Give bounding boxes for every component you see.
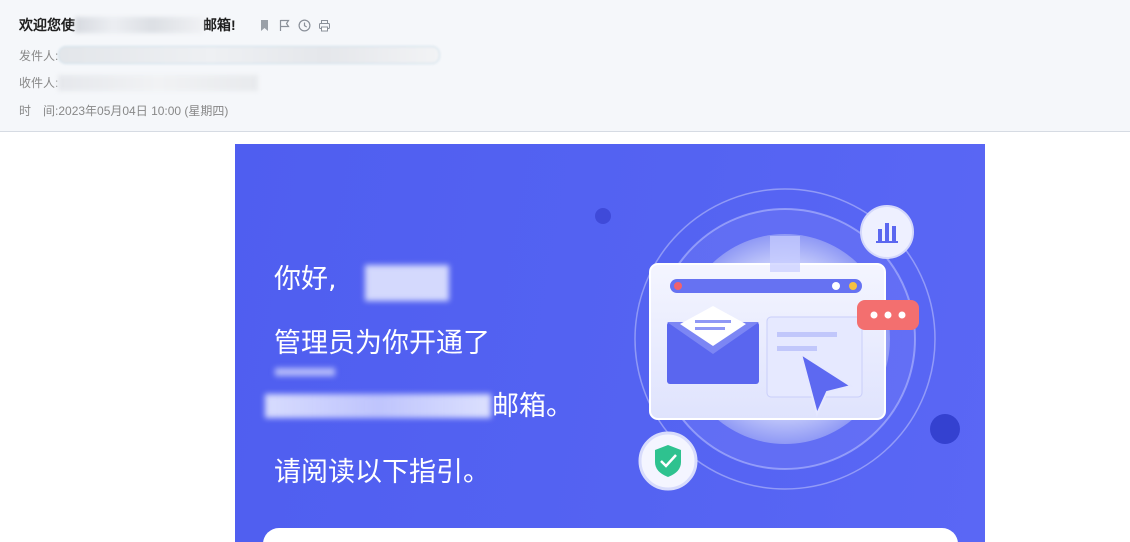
greeting-text: 你好, [274,264,337,295]
header-actions [258,18,331,32]
sender-row: 发件人: [19,46,441,64]
recipient-label: 收件人: [19,76,59,90]
time-label: 时 间: [19,104,59,118]
redacted-mark [770,236,800,272]
sphere-small [595,208,611,224]
mail-header: 欢迎您使 邮箱! 发件人: 收件人: 时 间:2023年05月04日 10:00 … [0,0,1130,132]
subject-suffix: 邮箱! [203,17,236,33]
print-icon[interactable] [318,19,331,32]
mail-subject: 欢迎您使 邮箱! [19,15,236,35]
redacted-name [365,265,449,301]
sender-label: 发件人: [19,49,59,63]
redacted-sender[interactable] [58,46,441,64]
redacted-domain-top [275,368,335,376]
subject-row: 欢迎您使 邮箱! [19,15,331,35]
mailbox-suffix-text: 邮箱。 [492,391,573,422]
clock-icon[interactable] [298,18,311,32]
redacted-domain [265,394,491,418]
time-row: 时 间:2023年05月04日 10:00 (星期四) [19,102,228,119]
subject-prefix: 欢迎您使 [19,17,75,33]
flag-icon[interactable] [278,19,291,32]
recipient-row: 收件人: [19,74,259,91]
time-value: 2023年05月04日 10:00 (星期四) [58,104,229,118]
sphere-large [930,414,960,444]
bookmark-icon[interactable] [258,19,271,32]
mailbox-illustration [595,188,960,491]
redacted-recipient[interactable] [58,75,259,91]
redacted-subject [75,17,203,33]
welcome-banner: 你好, 管理员为你开通了 邮箱。 请阅读以下指引。 [235,144,985,542]
guide-text: 请阅读以下指引。 [274,457,490,488]
content-card-white [263,528,958,542]
admin-opened-text: 管理员为你开通了 [274,328,490,359]
